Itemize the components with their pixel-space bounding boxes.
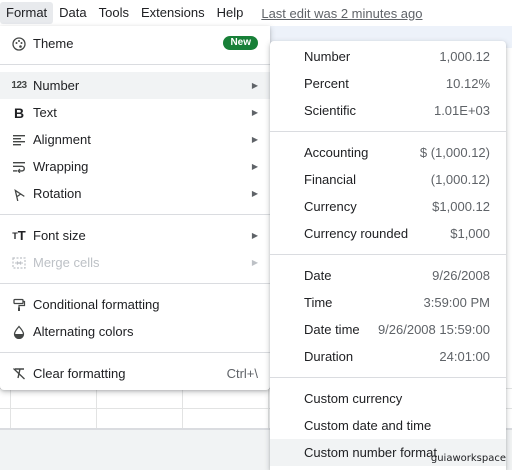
divider <box>0 64 270 65</box>
menu-item-label: Text <box>33 105 57 120</box>
text-rotation-icon <box>10 180 28 207</box>
option-label: Time <box>304 295 333 310</box>
menu-item-clear-formatting[interactable]: Clear formatting Ctrl+\ <box>0 360 270 387</box>
menu-item-text[interactable]: B Text ▶ <box>0 99 270 126</box>
number-option-number[interactable]: Number 1,000.12 <box>270 43 506 70</box>
bold-icon: B <box>13 104 25 121</box>
option-label: Currency <box>304 199 357 214</box>
menubar: Format Data Tools Extensions Help Last e… <box>0 0 512 26</box>
menu-tools[interactable]: Tools <box>93 2 135 24</box>
submenu-arrow-icon: ▶ <box>251 81 258 90</box>
divider <box>270 254 506 255</box>
option-label: Percent <box>304 76 349 91</box>
menu-item-font-size[interactable]: TT Font size ▶ <box>0 222 270 249</box>
divider <box>270 131 506 132</box>
option-label: Date <box>304 268 332 283</box>
submenu-arrow-icon: ▶ <box>251 162 258 171</box>
option-example: 9/26/2008 15:59:00 <box>377 322 490 337</box>
number-format-icon: 123 <box>11 80 27 91</box>
option-example: 3:59:00 PM <box>423 295 491 310</box>
menu-item-theme[interactable]: Theme New <box>0 30 270 57</box>
align-left-icon <box>10 126 28 153</box>
submenu-arrow-icon: ▶ <box>251 258 258 267</box>
number-option-date-time[interactable]: Date time 9/26/2008 15:59:00 <box>270 316 506 343</box>
option-label: Custom date and time <box>304 418 432 433</box>
menu-extensions[interactable]: Extensions <box>135 2 211 24</box>
option-label: Number <box>304 49 351 64</box>
menu-item-label: Clear formatting <box>33 366 126 381</box>
palette-icon <box>10 30 28 57</box>
menu-item-alternating-colors[interactable]: Alternating colors <box>0 318 270 345</box>
number-option-date[interactable]: Date 9/26/2008 <box>270 262 506 289</box>
menu-item-label: Rotation <box>33 186 82 201</box>
color-fill-drop-icon <box>10 318 28 345</box>
new-badge: New <box>223 36 258 50</box>
divider <box>0 283 270 284</box>
menu-item-label: Font size <box>33 228 86 243</box>
option-label: Duration <box>304 349 354 364</box>
menu-item-label: Conditional formatting <box>33 297 160 312</box>
option-example: (1,000.12) <box>430 172 490 187</box>
option-example: $ (1,000.12) <box>419 145 490 160</box>
watermark-text: guiaworkspace <box>430 453 506 464</box>
option-example: 24:01:00 <box>439 349 490 364</box>
menu-item-label: Alternating colors <box>33 324 134 339</box>
option-example: $1,000.12 <box>432 199 490 214</box>
number-option-percent[interactable]: Percent 10.12% <box>270 70 506 97</box>
menu-item-number[interactable]: 123 Number ▶ <box>0 72 270 99</box>
submenu-arrow-icon: ▶ <box>251 135 258 144</box>
menu-item-rotation[interactable]: Rotation ▶ <box>0 180 270 207</box>
option-example: $1,000 <box>450 226 490 241</box>
format-menu: Theme New 123 Number ▶ B Text ▶ Alignmen… <box>0 26 270 390</box>
submenu-arrow-icon: ▶ <box>251 189 258 198</box>
number-option-scientific[interactable]: Scientific 1.01E+03 <box>270 97 506 124</box>
option-example: 1,000.12 <box>439 49 490 64</box>
menu-item-label: Alignment <box>33 132 91 147</box>
menu-item-alignment[interactable]: Alignment ▶ <box>0 126 270 153</box>
menu-item-label: Merge cells <box>33 255 100 270</box>
text-wrap-icon <box>10 153 28 180</box>
menu-item-label: Wrapping <box>33 159 89 174</box>
number-format-submenu: Number 1,000.12 Percent 10.12% Scientifi… <box>270 41 506 470</box>
option-label: Scientific <box>304 103 357 118</box>
option-label: Custom currency <box>304 391 403 406</box>
number-option-time[interactable]: Time 3:59:00 PM <box>270 289 506 316</box>
divider <box>0 214 270 215</box>
option-example: 9/26/2008 <box>432 268 490 283</box>
paint-roller-icon <box>10 291 28 318</box>
shortcut-label: Ctrl+\ <box>226 366 258 381</box>
number-option-duration[interactable]: Duration 24:01:00 <box>270 343 506 370</box>
submenu-arrow-icon: ▶ <box>251 231 258 240</box>
option-label: Accounting <box>304 145 369 160</box>
font-size-icon: TT <box>12 228 26 243</box>
option-example: 1.01E+03 <box>433 103 490 118</box>
divider <box>0 352 270 353</box>
submenu-arrow-icon: ▶ <box>251 108 258 117</box>
merge-cells-icon <box>10 249 28 276</box>
number-option-financial[interactable]: Financial (1,000.12) <box>270 166 506 193</box>
last-edit-link[interactable]: Last edit was 2 minutes ago <box>261 6 422 21</box>
menu-item-label: Theme <box>33 36 74 51</box>
number-option-currency-rounded[interactable]: Currency rounded $1,000 <box>270 220 506 247</box>
number-option-custom-currency[interactable]: Custom currency <box>270 385 506 412</box>
number-option-currency[interactable]: Currency $1,000.12 <box>270 193 506 220</box>
divider <box>270 377 506 378</box>
menu-item-label: Number <box>33 78 80 93</box>
option-label: Currency rounded <box>304 226 409 241</box>
option-example: 10.12% <box>445 76 490 91</box>
menu-data[interactable]: Data <box>53 2 92 24</box>
menu-help[interactable]: Help <box>211 2 250 24</box>
menu-item-wrapping[interactable]: Wrapping ▶ <box>0 153 270 180</box>
number-option-custom-date-time[interactable]: Custom date and time <box>270 412 506 439</box>
clear-formatting-icon <box>10 360 28 387</box>
menu-item-merge-cells: Merge cells ▶ <box>0 249 270 276</box>
menu-format[interactable]: Format <box>0 2 54 24</box>
number-option-accounting[interactable]: Accounting $ (1,000.12) <box>270 139 506 166</box>
option-label: Date time <box>304 322 360 337</box>
menu-item-conditional-formatting[interactable]: Conditional formatting <box>0 291 270 318</box>
option-label: Financial <box>304 172 357 187</box>
